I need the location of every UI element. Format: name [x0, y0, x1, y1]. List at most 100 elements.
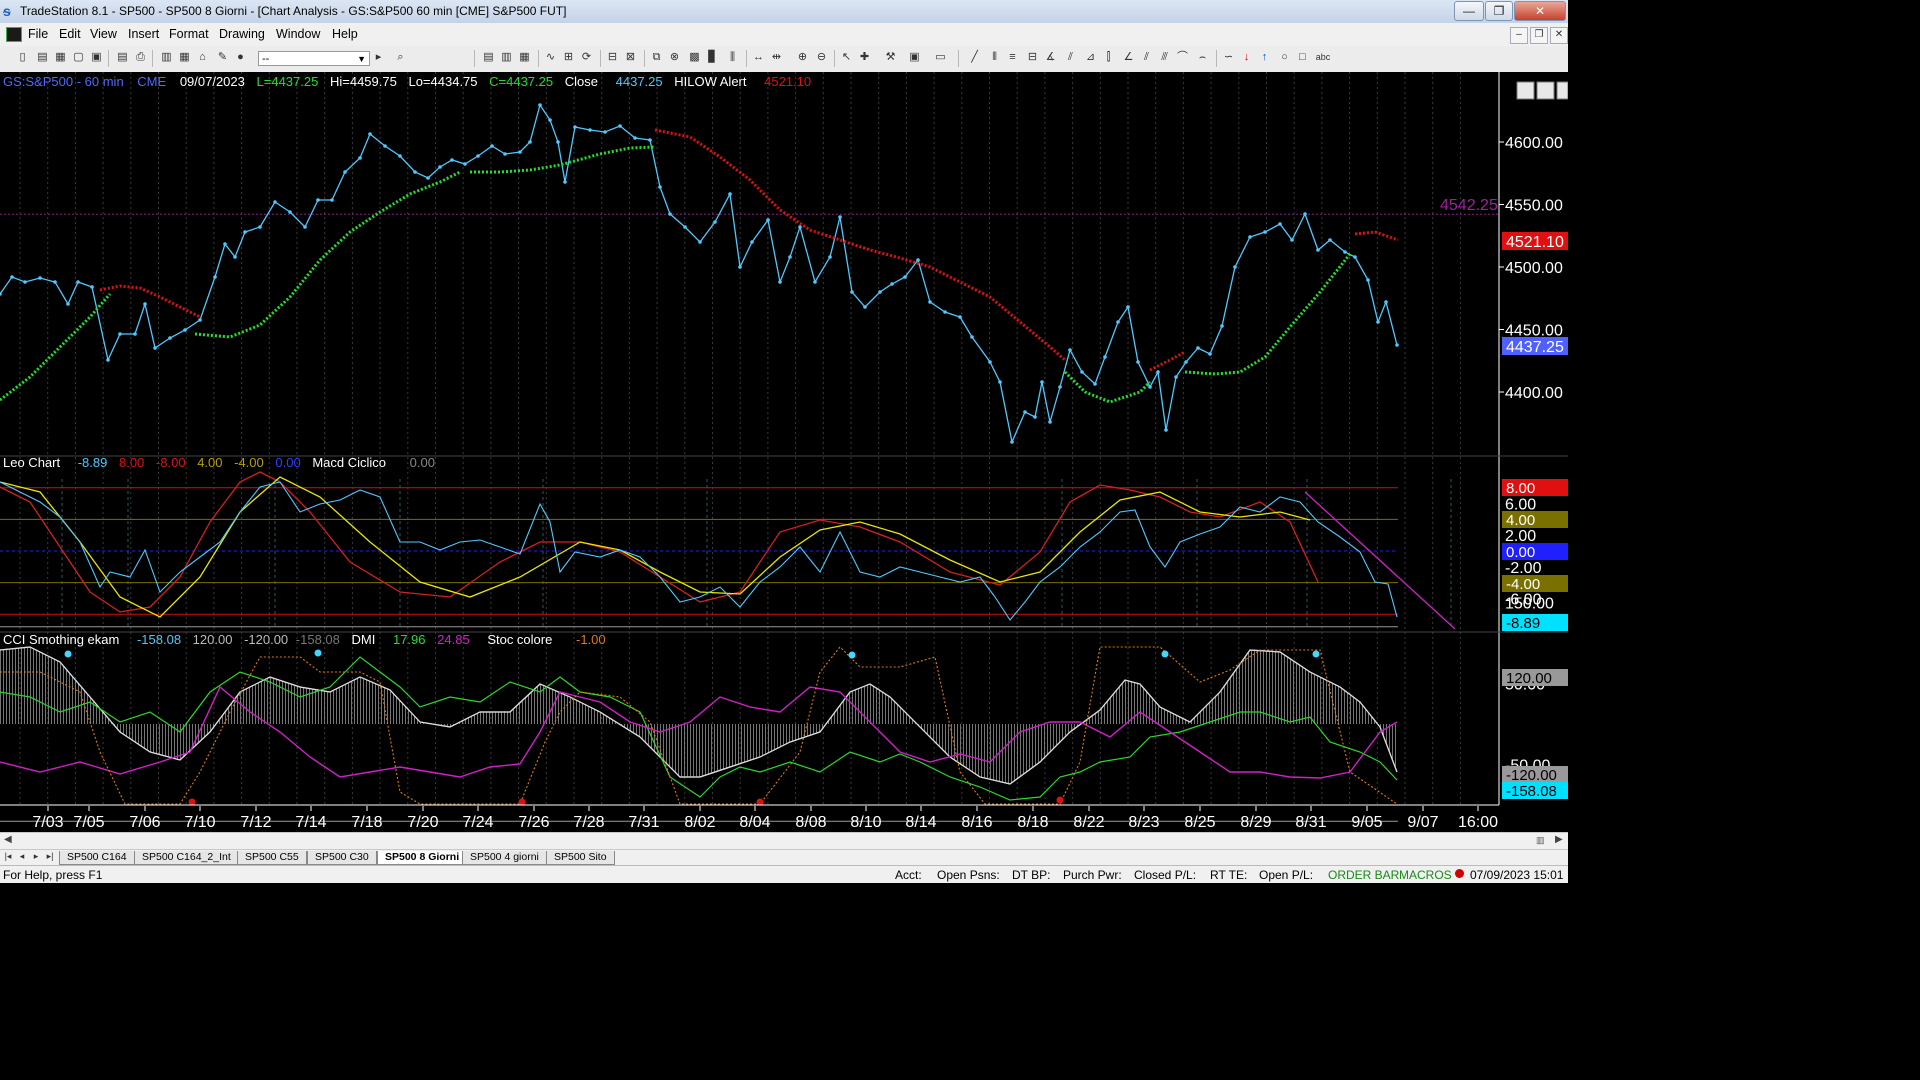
bar-style-icon[interactable]: ⊠ [624, 51, 637, 64]
tab-sp500-c164[interactable]: SP500 C164 [59, 851, 135, 865]
tab-sp500-c55[interactable]: SP500 C55 [237, 851, 307, 865]
menu-format[interactable]: Format [169, 27, 209, 41]
window-minimize-button[interactable]: — [1454, 1, 1484, 21]
lock-icon[interactable]: ⌂ [196, 51, 209, 64]
channel-icon[interactable]: ⊟ [1026, 51, 1039, 64]
tools-icon[interactable]: ✎ [216, 51, 229, 64]
fib-icon[interactable]: ∡ [1044, 51, 1057, 64]
grid-icon[interactable]: ▦ [518, 51, 531, 64]
arc-icon[interactable]: ⌒ [1176, 51, 1189, 64]
zoom-in-icon[interactable]: ⊕ [796, 51, 809, 64]
window-maximize-button[interactable]: ❐ [1485, 1, 1513, 21]
menu-file[interactable]: File [28, 27, 48, 41]
chart-analysis-window[interactable]: 4600.00 4550.00 4500.00 4450.00 4400.00 6.00 2… [0, 72, 1568, 832]
scroll-right-icon[interactable]: ▶ [1555, 834, 1563, 845]
save-icon[interactable]: ▣ [90, 51, 103, 64]
tab-last-icon[interactable]: ▸| [44, 851, 56, 862]
window-icon[interactable]: ▭ [934, 51, 947, 64]
tab-prev-icon[interactable]: ◂ [16, 851, 28, 862]
pane-close-button[interactable] [1556, 81, 1568, 100]
zoom-horizontal-icon[interactable]: ↔ [752, 51, 765, 64]
tab-sp500-4-giorni[interactable]: SP500 4 giorni [462, 851, 547, 865]
menu-view[interactable]: View [90, 27, 117, 41]
tab-sp500-c164-2-int[interactable]: SP500 C164_2_Int [134, 851, 239, 865]
copy-icon[interactable]: ▦ [178, 51, 191, 64]
horizontal-lines-icon[interactable]: ≡ [1006, 51, 1019, 64]
pane-minimize-button[interactable] [1516, 81, 1535, 100]
scroll-icon[interactable]: ⇹ [770, 51, 783, 64]
line-chart-icon[interactable]: ⊗ [668, 51, 681, 64]
speed-lines-icon[interactable]: ⊿ [1084, 51, 1097, 64]
pitchfork-icon[interactable]: ⫻ [1158, 51, 1171, 64]
menu-drawing[interactable]: Drawing [219, 27, 265, 41]
parallel-lines-icon[interactable]: ⫽ [1140, 51, 1153, 64]
print-preview-icon[interactable]: ▤ [116, 51, 129, 64]
low-value: Lo=4434.75 [408, 74, 477, 89]
mdi-close-button[interactable]: ✕ [1550, 27, 1568, 44]
horizontal-scrollbar[interactable]: ◀ ▥ ▶ [0, 832, 1568, 850]
data-window-icon[interactable]: ▤ [482, 51, 495, 64]
print-icon[interactable]: ⎙ [134, 51, 147, 64]
cut-icon[interactable]: ▥ [160, 51, 173, 64]
pointer-icon[interactable]: ↖ [840, 51, 853, 64]
scroll-left-icon[interactable]: ◀ [4, 834, 12, 845]
order-icon[interactable]: ▣ [908, 51, 921, 64]
order-bar-button[interactable]: ORDER BAR [1328, 868, 1399, 882]
menu-help[interactable]: Help [332, 27, 358, 41]
angle-icon[interactable]: ∠ [1122, 51, 1135, 64]
play-icon[interactable]: ▸ [372, 51, 385, 64]
ellipse-icon[interactable]: ○ [1278, 51, 1291, 64]
mdi-minimize-button[interactable]: – [1510, 27, 1528, 44]
strategy-icon[interactable]: ⊞ [562, 51, 575, 64]
date-tick-label: 7/28 [573, 814, 604, 831]
new-icon[interactable]: ▯ [16, 51, 29, 64]
crosshair-icon[interactable]: ✚ [858, 51, 871, 64]
menu-edit[interactable]: Edit [59, 27, 81, 41]
chart-document-icon[interactable] [6, 27, 22, 42]
freehand-icon[interactable]: ∽ [1222, 51, 1235, 64]
down-arrow-icon[interactable]: ↓ [1240, 51, 1253, 64]
format-window-icon[interactable]: ▥ [500, 51, 513, 64]
new-workspace-icon[interactable]: ▢ [72, 51, 85, 64]
chart-canvas[interactable]: 4600.004550.004500.004450.004400.006.002… [0, 72, 1568, 832]
menu-insert[interactable]: Insert [128, 27, 159, 41]
rectangle-icon[interactable]: □ [1296, 51, 1309, 64]
cci-value-1: -158.08 [137, 632, 181, 647]
tab-sp500-c30[interactable]: SP500 C30 [307, 851, 377, 865]
refresh-icon[interactable]: ⟳ [580, 51, 593, 64]
symbol-combo[interactable]: -- ▼ [258, 51, 370, 66]
chart-style-icon[interactable]: ⊟ [606, 51, 619, 64]
window-close-button[interactable]: ✕ [1514, 1, 1566, 21]
point-figure-icon[interactable]: ⫼ [726, 51, 739, 64]
macros-button[interactable]: MACROS [1399, 868, 1452, 882]
color-icon[interactable]: ● [234, 51, 247, 64]
stoc-cyan-marker [314, 649, 322, 657]
ohlc-icon[interactable]: ▩ [688, 51, 701, 64]
pane-restore-button[interactable] [1536, 81, 1555, 100]
up-arrow-icon[interactable]: ↑ [1258, 51, 1271, 64]
cci-value-2: 120.00 [193, 632, 233, 647]
open-workspace-icon[interactable]: ▦ [54, 51, 67, 64]
tab-sp500-sito[interactable]: SP500 Sito [546, 851, 615, 865]
zoom-out-icon[interactable]: ⊖ [815, 51, 828, 64]
hammer-icon[interactable]: ⚒ [884, 51, 897, 64]
mdi-restore-button[interactable]: ❐ [1530, 27, 1548, 44]
trendline-icon[interactable]: ╱ [968, 51, 981, 64]
tab-sp500-8-giorni[interactable]: SP500 8 Giorni [377, 851, 468, 865]
find-icon[interactable]: ⌕ [394, 51, 407, 64]
price-dot [1040, 380, 1044, 384]
indicator-icon[interactable]: ∿ [544, 51, 557, 64]
menu-window[interactable]: Window [276, 27, 320, 41]
scroll-thumb-grip-icon[interactable]: ▥ [1536, 835, 1548, 847]
andrews-icon[interactable]: ⫿ [1102, 51, 1115, 64]
price-dot [23, 280, 27, 284]
vertical-lines-icon[interactable]: ⫴ [988, 51, 1001, 64]
bar-chart-icon[interactable]: ▊ [706, 51, 719, 64]
open-icon[interactable]: ▤ [36, 51, 49, 64]
gann-icon[interactable]: ⫽ [1064, 51, 1077, 64]
text-icon[interactable]: abc [1314, 51, 1332, 64]
candlestick-icon[interactable]: ⧉ [650, 51, 663, 64]
tab-next-icon[interactable]: ▸ [30, 851, 42, 862]
tab-first-icon[interactable]: |◂ [2, 851, 14, 862]
spiral-icon[interactable]: ⌢ [1196, 51, 1209, 64]
